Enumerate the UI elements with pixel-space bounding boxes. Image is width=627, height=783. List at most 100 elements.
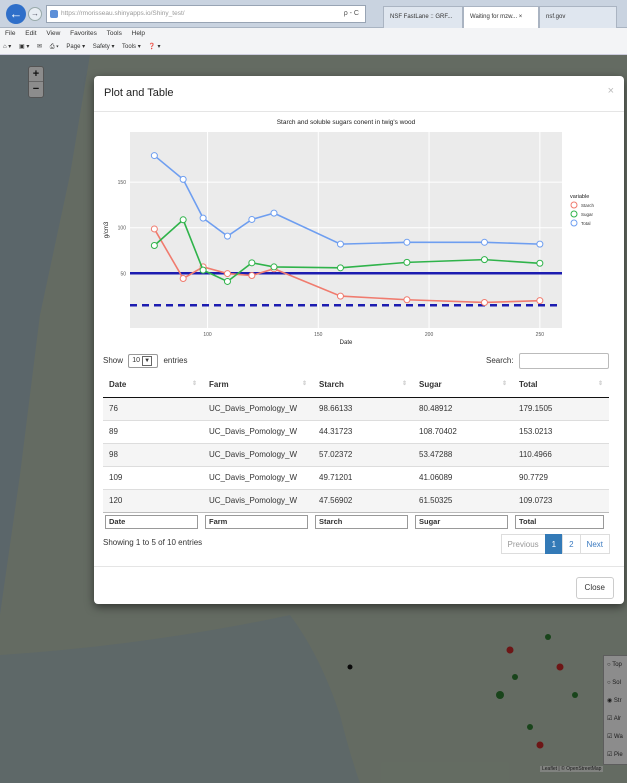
table-cell: UC_Davis_Pomology_W (203, 488, 313, 512)
data-point-starch (223, 270, 231, 278)
data-point-total (223, 232, 231, 240)
help-icon[interactable]: ❓ ▾ (148, 44, 160, 50)
data-point-sugar (223, 277, 231, 285)
legend-label: Sugar (581, 212, 594, 217)
table-cell: UC_Davis_Pomology_W (203, 396, 313, 420)
data-point-sugar (480, 256, 488, 264)
column-header-total[interactable]: Total ⇕ (513, 373, 609, 398)
data-point-sugar (199, 266, 207, 274)
search-input[interactable] (519, 353, 609, 369)
back-button[interactable]: ← (6, 4, 26, 24)
page-menu[interactable]: Page ▾ (66, 44, 85, 50)
table-cell: 44.31723 (313, 419, 413, 443)
table-cell: 108.70402 (413, 419, 513, 443)
pagination-page-1[interactable]: 1 (544, 534, 564, 554)
tab-nsf-fastlane[interactable]: NSF FastLane :: GRF... (383, 6, 463, 28)
safety-menu[interactable]: Safety ▾ (93, 44, 115, 50)
column-header-starch[interactable]: Starch ⇕ (313, 373, 413, 398)
filter-starch[interactable]: Starch (313, 511, 413, 531)
mail-icon[interactable]: ✉ (37, 44, 42, 50)
table-row: 76 UC_Davis_Pomology_W 98.66133 80.48912… (103, 396, 609, 420)
x-tick-label: 250 (536, 332, 545, 338)
chart-svg: 50 100 150 100 150 200 250 Starch and soluble s… (104, 119, 595, 346)
table-row: 109 UC_Davis_Pomology_W 49.71201 41.0608… (103, 465, 609, 489)
table-row: 98 UC_Davis_Pomology_W 57.02372 53.47288… (103, 442, 609, 466)
data-point-sugar (179, 216, 187, 224)
table-cell: 98.66133 (313, 396, 413, 420)
filter-date[interactable]: Date (103, 511, 203, 531)
forward-button[interactable]: → (28, 7, 42, 21)
table-cell: UC_Davis_Pomology_W (203, 419, 313, 443)
close-button[interactable]: Close (575, 577, 614, 599)
y-tick-label: 150 (118, 180, 127, 186)
data-point-total (248, 215, 256, 223)
data-point-starch (403, 296, 411, 304)
chart: 50 100 150 100 150 200 250 Starch and soluble s… (94, 114, 624, 354)
home-icon[interactable]: ⌂ ▾ (3, 44, 11, 50)
legend-title: variable (570, 194, 589, 200)
entries-select[interactable]: 10 ▼ (128, 353, 159, 368)
pagination-previous[interactable]: Previous (500, 534, 546, 554)
table-info: Showing 1 to 5 of 10 entries (103, 538, 203, 547)
menu-file[interactable]: File (5, 30, 15, 37)
browser-window: ← → https://rmorisseau.shinyapps.io/Shin… (0, 0, 627, 783)
legend-label: Starch (581, 203, 595, 208)
tab-nsf-gov[interactable]: nsf.gov (539, 6, 617, 28)
data-point-total (536, 240, 544, 248)
address-url: https://rmorisseau.shinyapps.io/Shiny_te… (61, 10, 185, 17)
column-header-farm[interactable]: Farm ⇕ (203, 373, 313, 398)
data-point-starch (536, 297, 544, 305)
menu-edit[interactable]: Edit (25, 30, 36, 37)
browser-titlebar: ← → https://rmorisseau.shinyapps.io/Shin… (0, 0, 627, 28)
table-cell: UC_Davis_Pomology_W (203, 442, 313, 466)
column-header-date[interactable]: Date ⇕ (103, 373, 203, 398)
modal-close-icon[interactable]: × (608, 85, 614, 97)
data-point-sugar (536, 259, 544, 267)
tab-label: Waiting for mzw... × (470, 14, 523, 20)
plot-table-modal: Plot and Table × 50 100 150 100 150 200 250 Sta… (94, 76, 624, 604)
data-point-starch (336, 292, 344, 300)
data-point-sugar (403, 258, 411, 266)
pagination: Previous 1 2 Next (500, 534, 610, 554)
filter-sugar[interactable]: Sugar (413, 511, 513, 531)
filter-farm[interactable]: Farm (203, 511, 313, 531)
column-header-sugar[interactable]: Sugar ⇕ (413, 373, 513, 398)
menu-favorites[interactable]: Favorites (70, 30, 97, 37)
tab-waiting[interactable]: Waiting for mzw... × (463, 6, 539, 28)
table-cell: 49.71201 (313, 465, 413, 489)
plot-panel (130, 132, 562, 328)
modal-header: Plot and Table × (94, 76, 624, 112)
table-cell: 53.47288 (413, 442, 513, 466)
chevron-down-icon: ▼ (142, 355, 153, 366)
command-bar: ⌂ ▾ ▣ ▾ ✉ ⎙ ▾ Page ▾ Safety ▾ Tools ▾ ❓ … (0, 40, 627, 55)
menu-view[interactable]: View (46, 30, 60, 37)
legend-key-total (570, 219, 578, 227)
data-point-total (480, 238, 488, 246)
filter-total[interactable]: Total (513, 511, 609, 531)
modal-footer: Close (94, 566, 624, 604)
menu-help[interactable]: Help (132, 30, 145, 37)
legend-key-sugar (570, 210, 578, 218)
table-cell: 76 (103, 396, 203, 420)
pagination-next[interactable]: Next (579, 534, 610, 554)
table-cell: 98 (103, 442, 203, 466)
table-row: 120 UC_Davis_Pomology_W 47.56902 61.5032… (103, 488, 609, 512)
tab-label: nsf.gov (546, 14, 566, 20)
print-icon[interactable]: ⎙ ▾ (50, 44, 59, 50)
data-point-sugar (336, 264, 344, 272)
data-point-sugar (270, 263, 278, 271)
tools-menu[interactable]: Tools ▾ (122, 44, 141, 50)
pagination-page-2[interactable]: 2 (562, 534, 581, 554)
chart-title: Starch and soluble sugars conent in twig… (277, 119, 416, 126)
search-refresh-icon[interactable]: ρ - C (344, 6, 359, 22)
modal-title: Plot and Table (104, 87, 174, 99)
table-cell: 109 (103, 465, 203, 489)
table-cell: 90.7729 (513, 465, 609, 489)
feeds-icon[interactable]: ▣ ▾ (19, 44, 29, 50)
data-table: Date ⇕ Farm ⇕ Starch ⇕ Sugar ⇕ Total ⇕ 76 UC_… (103, 373, 609, 531)
entries-length-control: Show 10 ▼ entries (103, 353, 188, 369)
table-cell: 80.48912 (413, 396, 513, 420)
address-bar[interactable]: https://rmorisseau.shinyapps.io/Shiny_te… (46, 5, 366, 23)
menu-tools[interactable]: Tools (107, 30, 122, 37)
data-point-total (150, 152, 158, 160)
